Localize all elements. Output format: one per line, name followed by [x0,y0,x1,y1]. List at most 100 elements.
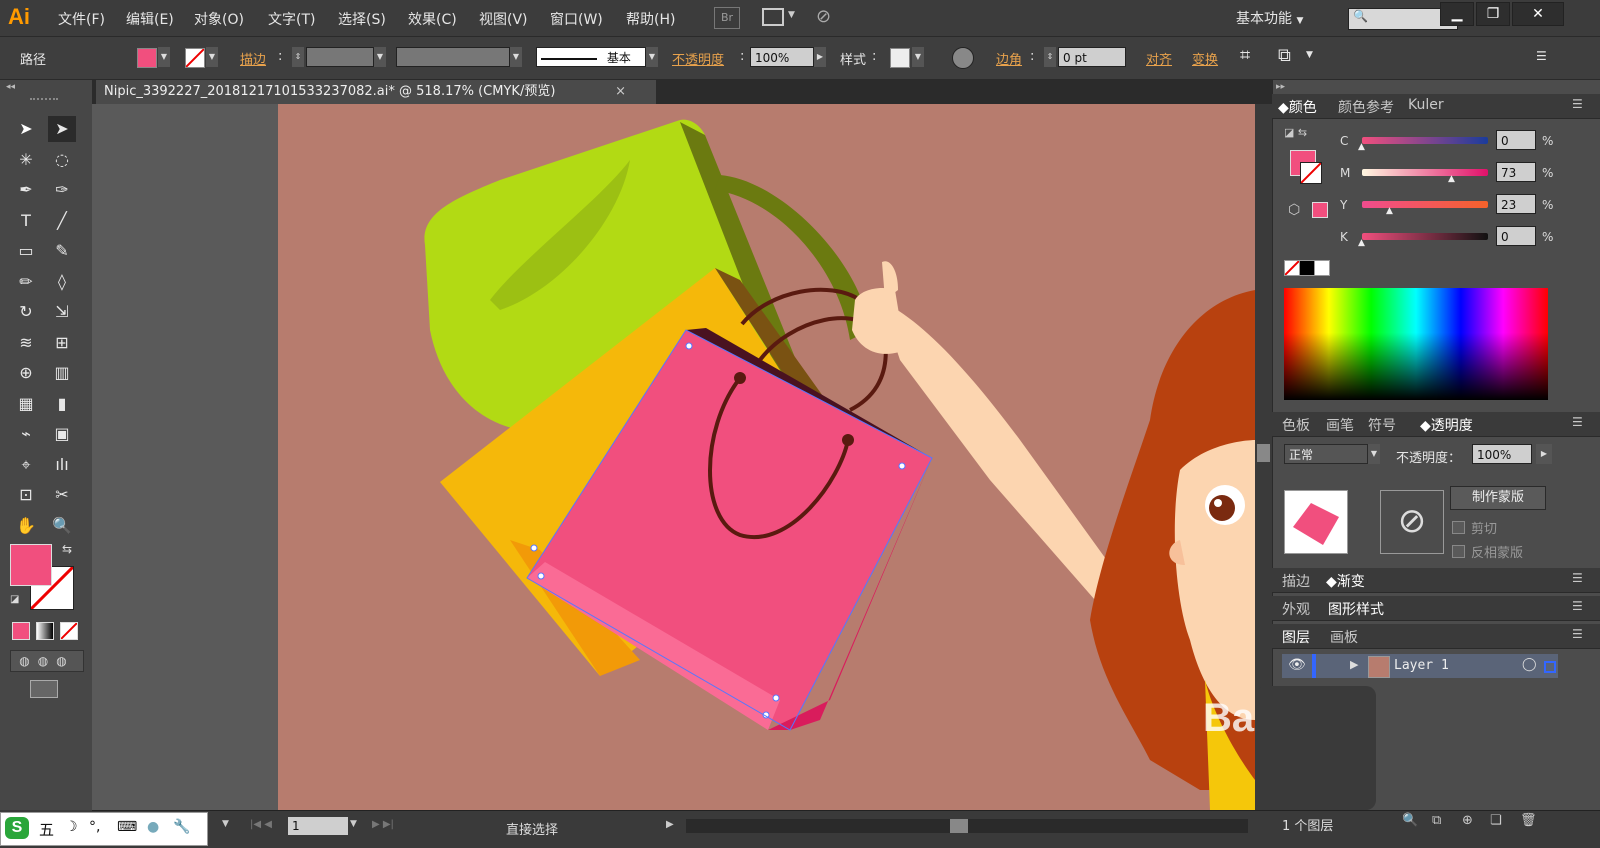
target-icon[interactable]: ◯ [1522,657,1537,672]
opacity-label[interactable]: 不透明度 [672,49,724,68]
shape-builder-icon[interactable]: ⊕ [12,360,40,386]
tab-color-guide[interactable]: 颜色参考 [1338,97,1394,117]
mask-placeholder-icon[interactable]: ⊘ [1380,490,1444,554]
stroke-weight-dropdown[interactable]: ▼ [374,47,386,67]
panel-menu-icon[interactable]: ☰ [1572,627,1583,641]
slider-thumb[interactable]: ▲ [1358,142,1365,152]
opacity-field[interactable]: 100% [750,47,814,67]
pen-icon[interactable]: ✒ [12,177,40,203]
panel-menu-icon[interactable]: ☰ [1572,599,1583,613]
selection-indicator-icon[interactable] [1544,661,1556,673]
artboard[interactable]: Ba [278,104,1255,810]
transform-link[interactable]: 变换 [1192,49,1218,68]
gradient-icon[interactable]: ▮ [48,391,76,417]
layer-row[interactable]: 👁 ▶ Layer 1 ◯ [1282,654,1558,678]
opacity-arrow[interactable]: ▶ [814,47,826,67]
panel-menu-icon[interactable]: ☰ [1572,415,1583,429]
delete-layer-icon[interactable]: 🗑 [1520,813,1537,828]
stroke-weight-stepper[interactable]: ⇕ [292,47,304,67]
symbol-sprayer-icon[interactable]: ⌖ [12,452,40,478]
collapse-icon[interactable]: ◂◂ [6,82,15,92]
first-artboard-icon[interactable]: |◀ ◀ [250,819,272,830]
channel-y-value[interactable]: 23 [1496,194,1536,214]
document-tab[interactable]: Nipic_3392227_20181217101533237082.ai* @… [96,80,656,104]
brush-dropdown[interactable]: ▼ [646,47,658,67]
make-mask-button[interactable]: 制作蒙版 [1450,486,1546,510]
ime-mode-label[interactable]: 五 [39,819,54,840]
close-window-button[interactable]: ✕ [1512,2,1564,26]
chevron-down-icon[interactable]: ▼ [788,10,795,20]
tab-kuler[interactable]: Kuler [1408,97,1444,113]
channel-m-value[interactable]: 73 [1496,162,1536,182]
menu-help[interactable]: 帮助(H) [626,9,675,29]
status-menu-arrow[interactable]: ▶ [666,819,674,830]
artboard-number-field[interactable]: 1 [288,817,348,835]
bridge-button[interactable]: Br [714,7,740,29]
slice-icon[interactable]: ✂ [48,482,76,508]
skin-icon[interactable]: ● [147,819,159,835]
visibility-eye-icon[interactable]: 👁 [1288,657,1306,673]
chevron-down-icon[interactable]: ▼ [350,819,357,829]
channel-y-slider[interactable] [1362,201,1488,208]
style-dropdown[interactable]: ▼ [912,47,924,67]
isolate-icon[interactable]: ⌗ [1240,45,1250,66]
gradient-mode-button[interactable] [36,622,54,640]
variable-width-profile[interactable] [396,47,510,67]
punctuation-icon[interactable]: °, [89,819,100,835]
close-tab-icon[interactable]: × [615,80,626,104]
slider-thumb[interactable]: ▲ [1358,238,1365,248]
graph-icon[interactable]: ▥ [48,360,76,386]
corner-label[interactable]: 边角 [996,49,1022,68]
tab-stroke[interactable]: 描边 [1282,571,1310,591]
brush-definition[interactable]: 基本 [536,47,646,67]
scale-icon[interactable]: ⇲ [48,299,76,325]
locate-object-icon[interactable]: 🔍 [1402,813,1418,828]
graphic-style-swatch[interactable] [890,48,910,68]
stroke-weight-field[interactable] [306,47,374,67]
recolor-artwork-icon[interactable] [952,47,974,69]
tab-gradient[interactable]: ◆渐变 [1326,571,1365,591]
none-swatch[interactable] [1284,260,1300,276]
color-spectrum[interactable] [1284,288,1548,400]
clipping-mask-icon[interactable]: ⧉ [1432,813,1441,828]
minimize-button[interactable]: ▁ [1440,2,1474,26]
tab-transparency[interactable]: ◆透明度 [1420,415,1473,435]
none-mode-button[interactable] [60,622,78,640]
magic-wand-icon[interactable]: ✳ [12,147,40,173]
layer-name[interactable]: Layer 1 [1394,658,1449,673]
warp-icon[interactable]: ≋ [12,330,40,356]
menu-edit[interactable]: 编辑(E) [126,9,174,29]
restore-button[interactable]: ❐ [1476,2,1510,26]
swap-colors-icon[interactable]: ⇆ [62,542,72,556]
color-panel-stroke-swatch[interactable] [1300,162,1322,184]
wrench-icon[interactable]: 🔧 [173,819,190,835]
lasso-icon[interactable]: ◌ [48,147,76,173]
menu-select[interactable]: 选择(S) [338,9,386,29]
tab-color[interactable]: ◆颜色 [1278,97,1317,117]
chevron-down-icon[interactable]: ▼ [222,819,229,829]
panel-menu-icon[interactable]: ☰ [1572,97,1583,111]
ime-toolbar[interactable]: S 五 ☽ °, ⌨ ● 🔧 [0,812,208,846]
selection-icon[interactable]: ➤ [12,116,40,142]
draw-mode-buttons[interactable]: ◍◍◍ [10,650,84,672]
out-of-gamut-icon[interactable]: ⬡ [1288,202,1300,218]
invert-mask-checkbox[interactable]: 反相蒙版 [1452,542,1523,561]
sync-settings-icon[interactable]: ⊘ [816,6,831,27]
scroll-thumb[interactable] [1257,444,1270,462]
new-sublayer-icon[interactable]: ⊕ [1462,813,1473,828]
blend-mode-dropdown[interactable]: ▼ [1368,444,1380,464]
workspace-switcher[interactable]: 基本功能 ▼ [1236,8,1303,28]
channel-k-slider[interactable] [1362,233,1488,240]
hand-icon[interactable]: ✋ [12,513,40,539]
menu-window[interactable]: 窗口(W) [550,9,603,29]
type-icon[interactable]: T [12,208,40,234]
corner-stepper[interactable]: ⇕ [1044,47,1056,67]
rotate-icon[interactable]: ↻ [12,299,40,325]
panel-menu-icon[interactable]: ☰ [1536,49,1547,63]
blend-mode-select[interactable]: 正常 [1284,444,1368,464]
line-icon[interactable]: ╱ [48,208,76,234]
fill-dropdown[interactable]: ▼ [158,47,170,67]
eraser-icon[interactable]: ◊ [48,269,76,295]
slider-thumb[interactable]: ▲ [1386,206,1393,216]
arrange-documents-icon[interactable] [762,8,784,26]
